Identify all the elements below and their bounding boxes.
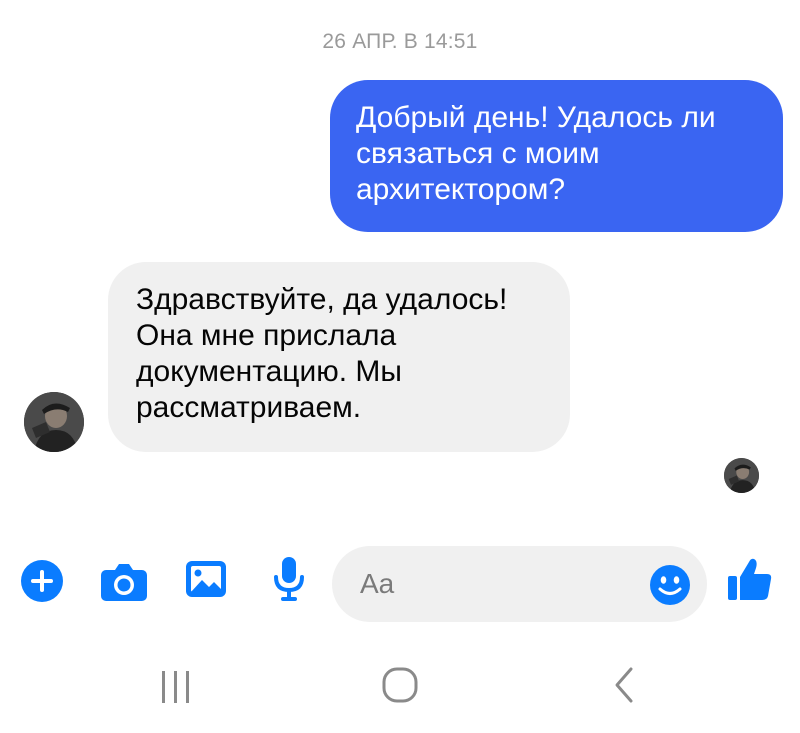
plus-circle-icon[interactable] [21, 560, 63, 602]
image-icon[interactable] [185, 558, 227, 600]
recent-apps-icon[interactable] [155, 667, 197, 707]
back-chevron-icon[interactable] [605, 663, 641, 707]
thumbs-up-icon[interactable] [727, 556, 773, 602]
contact-avatar[interactable] [24, 392, 84, 452]
chat-timestamp: 26 АПР. В 14:51 [322, 30, 478, 53]
camera-icon[interactable] [100, 560, 148, 602]
message-incoming[interactable]: Здравствуйте, да удалось! Она мне присла… [108, 262, 570, 452]
message-outgoing[interactable]: Добрый день! Удалось ли связаться с моим… [330, 80, 783, 232]
home-icon[interactable] [378, 663, 422, 707]
system-navigation-bar [0, 645, 800, 733]
smiley-icon[interactable] [649, 564, 691, 606]
microphone-icon[interactable] [273, 556, 305, 602]
read-receipt-avatar [724, 458, 759, 493]
message-composer[interactable] [332, 546, 707, 622]
message-input[interactable] [360, 566, 640, 602]
